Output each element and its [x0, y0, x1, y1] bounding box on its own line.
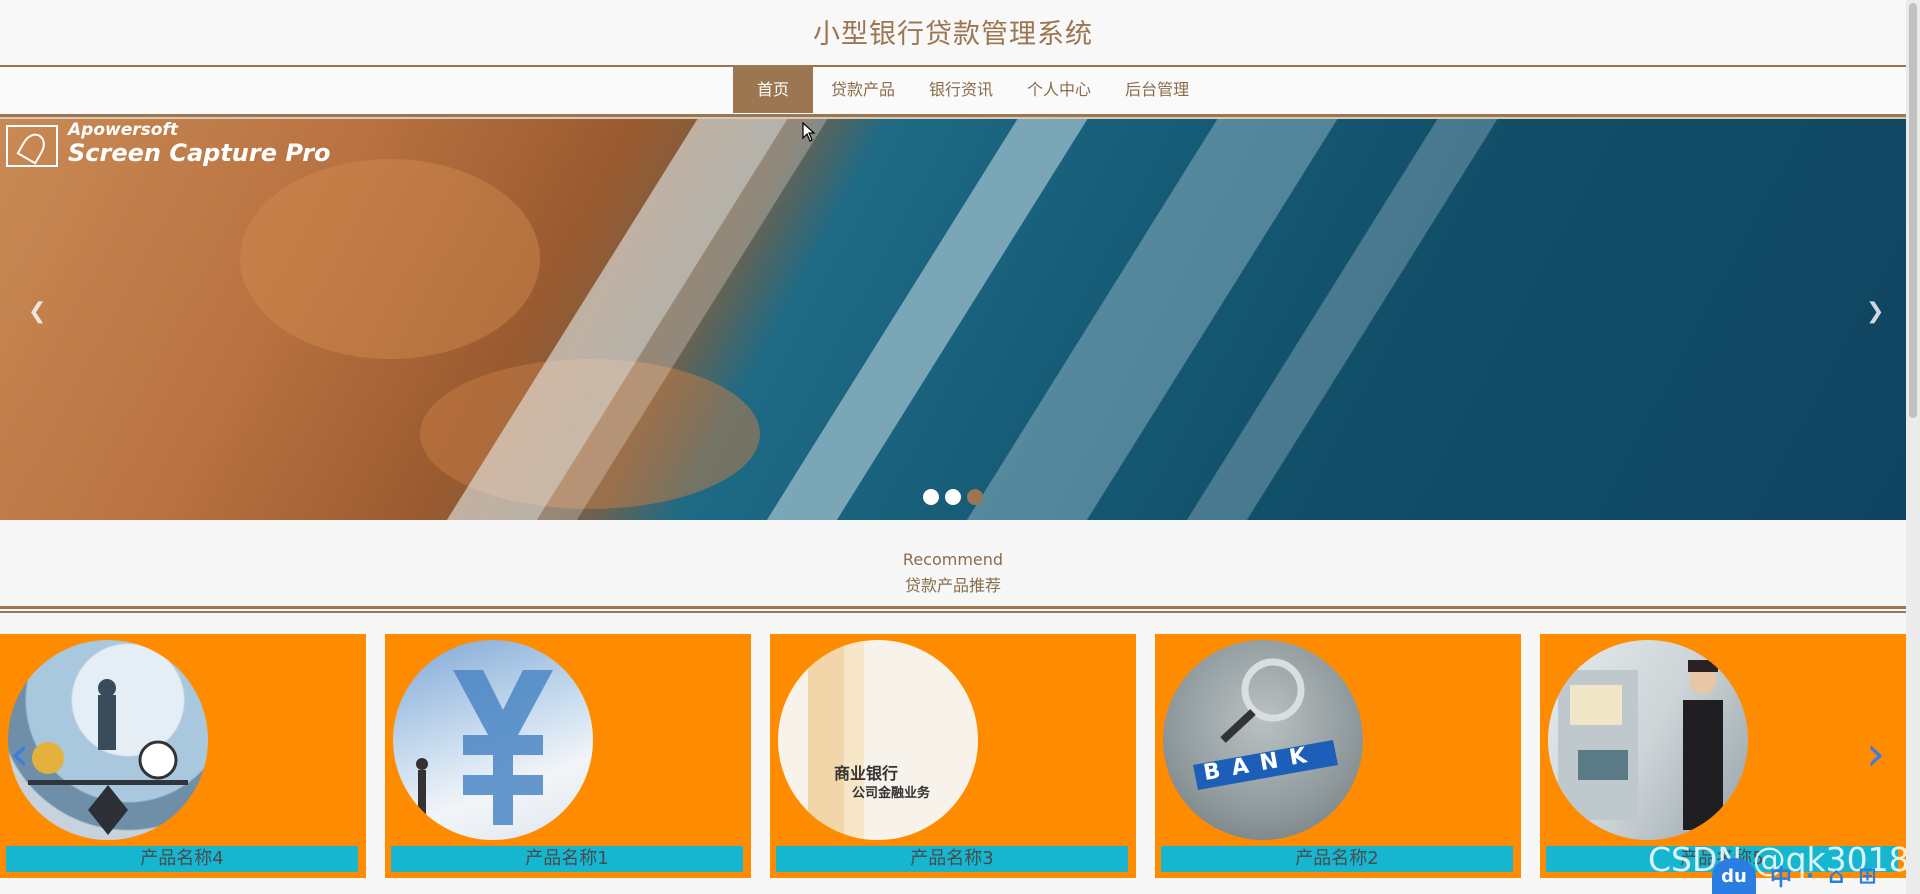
- nav-item-admin[interactable]: 后台管理: [1108, 67, 1206, 113]
- product-name: 产品名称1: [391, 846, 743, 872]
- site-title: 小型银行贷款管理系统: [813, 19, 1093, 50]
- ime-punct-icon[interactable]: ·: [1806, 864, 1814, 889]
- carousel-dot[interactable]: [923, 489, 939, 505]
- product-card[interactable]: 商业银行 公司金融业务 产品名称3: [770, 634, 1136, 878]
- chevron-left-icon[interactable]: ❮: [28, 299, 46, 324]
- product-image: B A N K: [1163, 640, 1363, 840]
- product-name: 产品名称4: [6, 846, 358, 872]
- scrollbar-thumb[interactable]: [1909, 3, 1917, 418]
- nav-item-personal-center[interactable]: 个人中心: [1010, 67, 1108, 113]
- product-image-text: 公司金融业务: [852, 786, 931, 801]
- product-card[interactable]: 产品名称4: [0, 634, 366, 878]
- main-nav: 首页 贷款产品 银行资讯 个人中心 后台管理: [0, 67, 1906, 114]
- recorder-watermark: Apowersoft Screen Capture Pro: [6, 121, 331, 167]
- product-image: [8, 640, 208, 840]
- recommend-title-en: Recommend: [902, 550, 1004, 569]
- chevron-right-icon[interactable]: ›: [1866, 730, 1885, 778]
- hero-banner: Apowersoft Screen Capture Pro ❮ ❯: [0, 119, 1906, 520]
- chevron-right-icon[interactable]: ❯: [1866, 299, 1884, 324]
- ime-toolbar: du 中 · ⌂ ⊞: [1712, 858, 1920, 894]
- ime-grid-icon[interactable]: ⊞: [1858, 864, 1876, 889]
- scissors-icon: [6, 125, 58, 167]
- product-image-text: 商业银行: [834, 764, 899, 783]
- ime-mode-icon[interactable]: 中: [1770, 860, 1792, 892]
- page-scrollbar[interactable]: [1906, 0, 1920, 894]
- product-image: [1548, 640, 1748, 840]
- carousel-dot-active[interactable]: [967, 489, 983, 505]
- site-header: 小型银行贷款管理系统: [0, 0, 1906, 66]
- product-carousel: 产品名称4 产品名称1 商业银行 公司金融业务 产品名称3 B A N K 产品…: [0, 634, 1906, 880]
- nav-list: 首页 贷款产品 银行资讯 个人中心 后台管理: [733, 67, 1206, 114]
- ime-skin-icon[interactable]: ⌂: [1828, 864, 1844, 889]
- recommend-title-cn: 贷款产品推荐: [904, 576, 1001, 595]
- baidu-ime-icon[interactable]: du: [1712, 858, 1756, 894]
- product-card[interactable]: 产品名称1: [385, 634, 751, 878]
- chevron-left-icon[interactable]: ‹: [10, 730, 29, 778]
- section-divider: [0, 611, 1906, 613]
- product-name: 产品名称3: [776, 846, 1128, 872]
- nav-item-bank-news[interactable]: 银行资讯: [912, 67, 1010, 113]
- product-image: 商业银行 公司金融业务: [778, 640, 978, 840]
- watermark-product: Screen Capture Pro: [68, 139, 331, 167]
- watermark-brand: Apowersoft: [68, 120, 178, 140]
- product-card[interactable]: B A N K 产品名称2: [1155, 634, 1521, 878]
- carousel-dot[interactable]: [945, 489, 961, 505]
- product-image: [393, 640, 593, 840]
- section-divider: [0, 606, 1906, 609]
- carousel-indicators: [923, 489, 983, 505]
- nav-item-loan-products[interactable]: 贷款产品: [813, 67, 912, 113]
- nav-item-home[interactable]: 首页: [733, 67, 814, 113]
- product-name: 产品名称2: [1161, 846, 1513, 872]
